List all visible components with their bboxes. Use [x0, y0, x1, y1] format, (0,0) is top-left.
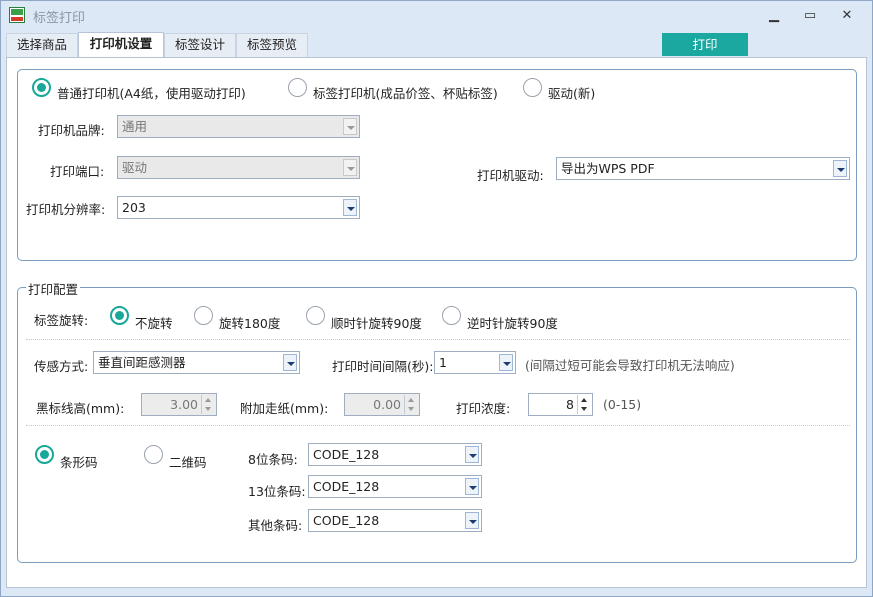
radio-driver-new[interactable]	[523, 78, 542, 97]
chevron-down-icon	[343, 118, 357, 135]
radio-normal-printer[interactable]	[32, 78, 51, 97]
radio-label-printer[interactable]	[288, 78, 307, 97]
spinner-arrows-icon	[201, 395, 215, 414]
window-title: 标签打印	[33, 11, 86, 26]
title-bar: 标签打印 ▁ ▭ ✕	[1, 1, 872, 31]
radio-rotate-cw-90[interactable]	[306, 306, 325, 325]
tab-label-design[interactable]: 标签设计	[164, 33, 236, 57]
printer-brand-label: 打印机品牌:	[38, 123, 105, 138]
print-interval-select[interactable]: 1	[434, 351, 516, 374]
chevron-down-icon	[465, 512, 479, 529]
radio-rotate-180[interactable]	[194, 306, 213, 325]
black-line-height-label: 黑标线高(mm):	[36, 401, 125, 416]
chevron-down-icon	[343, 199, 357, 216]
printer-driver-select[interactable]: 导出为WPS PDF	[556, 157, 850, 180]
minimize-button[interactable]: ▁	[759, 5, 789, 27]
printer-group: 普通打印机(A4纸，使用驱动打印) 标签打印机(成品价签、杯贴标签) 驱动(新)…	[17, 69, 857, 261]
maximize-button[interactable]: ▭	[795, 5, 825, 27]
chevron-down-icon	[499, 354, 513, 371]
barcode-8-label: 8位条码:	[248, 452, 298, 467]
radio-no-rotate-label: 不旋转	[135, 316, 173, 331]
radio-qrcode[interactable]	[144, 445, 163, 464]
label-rotation-label: 标签旋转:	[34, 313, 89, 328]
spinner-arrows-icon	[577, 395, 591, 414]
radio-normal-printer-label: 普通打印机(A4纸，使用驱动打印)	[57, 86, 246, 101]
print-config-title: 打印配置	[26, 279, 81, 298]
print-density-label: 打印浓度:	[456, 401, 511, 416]
print-interval-label: 打印时间间隔(秒):	[332, 359, 434, 374]
close-button[interactable]: ✕	[832, 5, 862, 27]
radio-label-printer-label: 标签打印机(成品价签、杯贴标签)	[313, 86, 498, 101]
printer-brand-select[interactable]: 通用	[117, 115, 360, 138]
printer-port-label: 打印端口:	[50, 164, 105, 179]
printer-resolution-label: 打印机分辨率:	[26, 202, 106, 217]
chevron-down-icon	[833, 160, 847, 177]
printer-port-select[interactable]: 驱动	[117, 156, 360, 179]
spinner-arrows-icon	[404, 395, 418, 414]
divider	[26, 339, 850, 340]
print-config-group: 打印配置 标签旋转: 不旋转 旋转180度 顺时针旋转90度 逆时针旋转90度 …	[17, 279, 857, 563]
radio-barcode[interactable]	[35, 445, 54, 464]
radio-driver-new-label: 驱动(新)	[548, 86, 596, 101]
tab-content-printer-settings: 普通打印机(A4纸，使用驱动打印) 标签打印机(成品价签、杯贴标签) 驱动(新)…	[6, 57, 867, 588]
printer-resolution-select[interactable]: 203	[117, 196, 360, 219]
radio-rotate-ccw-90-label: 逆时针旋转90度	[467, 316, 558, 331]
barcode-other-label: 其他条码:	[248, 518, 303, 533]
extra-feed-label: 附加走纸(mm):	[240, 401, 329, 416]
chevron-down-icon	[465, 446, 479, 463]
printer-driver-label: 打印机驱动:	[477, 168, 544, 183]
tab-printer-settings[interactable]: 打印机设置	[78, 32, 164, 58]
barcode-other-select[interactable]: CODE_128	[308, 509, 482, 532]
radio-rotate-ccw-90[interactable]	[442, 306, 461, 325]
chevron-down-icon	[465, 478, 479, 495]
print-button[interactable]: 打印	[662, 33, 748, 56]
print-density-hint: (0-15)	[603, 397, 642, 412]
chevron-down-icon	[283, 354, 297, 371]
radio-no-rotate[interactable]	[110, 306, 129, 325]
print-interval-hint: (间隔过短可能会导致打印机无法响应)	[525, 358, 735, 373]
barcode-13-select[interactable]: CODE_128	[308, 475, 482, 498]
sensor-select[interactable]: 垂直间距感测器	[93, 351, 300, 374]
black-line-height-spinner[interactable]: 3.00	[141, 393, 217, 416]
print-density-spinner[interactable]: 8	[528, 393, 593, 416]
tab-label-preview[interactable]: 标签预览	[236, 33, 308, 57]
radio-rotate-cw-90-label: 顺时针旋转90度	[331, 316, 422, 331]
barcode-8-select[interactable]: CODE_128	[308, 443, 482, 466]
radio-qrcode-label: 二维码	[169, 455, 207, 470]
tab-select-goods[interactable]: 选择商品	[6, 33, 78, 57]
radio-rotate-180-label: 旋转180度	[219, 316, 281, 331]
app-icon	[9, 7, 25, 23]
divider	[26, 425, 850, 426]
radio-barcode-label: 条形码	[60, 455, 98, 470]
barcode-13-label: 13位条码:	[248, 484, 306, 499]
app-window: 标签打印 ▁ ▭ ✕ 选择商品 打印机设置 标签设计 标签预览 打印 普通打印机…	[0, 0, 873, 597]
chevron-down-icon	[343, 159, 357, 176]
sensor-label: 传感方式:	[34, 359, 89, 374]
extra-feed-spinner[interactable]: 0.00	[344, 393, 420, 416]
